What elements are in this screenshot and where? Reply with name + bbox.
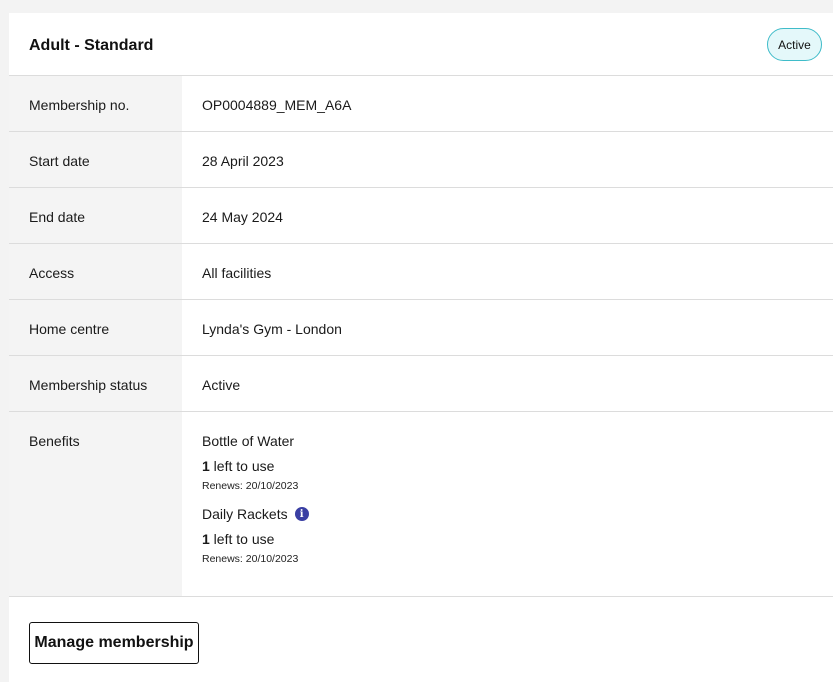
benefit-renews: Renews: 20/10/2023 xyxy=(202,553,299,565)
detail-value: 28 April 2023 xyxy=(202,153,284,169)
detail-label: Access xyxy=(9,244,182,299)
detail-value: All facilities xyxy=(202,265,272,281)
detail-label: End date xyxy=(9,188,182,243)
detail-label: Membership no. xyxy=(9,76,182,131)
benefit-name-text: Bottle of Water xyxy=(202,433,295,449)
detail-row-membership-status: Membership status Active xyxy=(9,356,833,412)
benefit-item: Bottle of Water 1 left to use Renews: 20… xyxy=(202,433,833,492)
membership-title: Adult - Standard xyxy=(29,37,154,54)
detail-label: Benefits xyxy=(9,412,182,596)
benefit-count: 1 left to use xyxy=(202,531,833,547)
benefit-count-suffix: left to use xyxy=(209,458,275,474)
card-footer: Manage membership xyxy=(9,610,833,682)
detail-label: Start date xyxy=(9,132,182,187)
benefit-count-number: 1 xyxy=(202,531,210,547)
detail-value: Lynda's Gym - London xyxy=(202,321,342,337)
benefit-name: Bottle of Water xyxy=(202,433,833,449)
benefit-name-text: Daily Rackets xyxy=(202,506,288,522)
detail-row-home-centre: Home centre Lynda's Gym - London xyxy=(9,300,833,356)
benefit-count-number: 1 xyxy=(202,458,210,474)
benefit-item: Daily Rackets i 1 left to use Renews: 20… xyxy=(202,506,833,565)
detail-row-membership-no: Membership no. OP0004889_MEM_A6A xyxy=(9,76,833,132)
benefit-count-suffix: left to use xyxy=(209,531,275,547)
detail-value: Active xyxy=(202,377,241,393)
membership-card: Adult - Standard Active Membership no. O… xyxy=(9,13,833,682)
detail-value: OP0004889_MEM_A6A xyxy=(202,97,352,113)
benefits-list: Bottle of Water 1 left to use Renews: 20… xyxy=(182,412,833,596)
info-icon[interactable]: i xyxy=(294,507,309,521)
detail-value: 24 May 2024 xyxy=(202,209,283,225)
manage-membership-button[interactable]: Manage membership xyxy=(29,622,199,664)
benefit-name: Daily Rackets i xyxy=(202,506,833,522)
detail-row-start-date: Start date 28 April 2023 xyxy=(9,132,833,188)
detail-label: Home centre xyxy=(9,300,182,355)
benefit-count: 1 left to use xyxy=(202,458,833,474)
detail-row-end-date: End date 24 May 2024 xyxy=(9,188,833,244)
detail-row-access: Access All facilities xyxy=(9,244,833,300)
status-badge: Active xyxy=(767,28,822,61)
card-header: Adult - Standard Active xyxy=(9,13,833,76)
benefit-renews: Renews: 20/10/2023 xyxy=(202,480,299,492)
detail-label: Membership status xyxy=(9,356,182,411)
details-table: Membership no. OP0004889_MEM_A6A Start d… xyxy=(9,76,833,597)
detail-row-benefits: Benefits Bottle of Water 1 left to use R… xyxy=(9,412,833,597)
